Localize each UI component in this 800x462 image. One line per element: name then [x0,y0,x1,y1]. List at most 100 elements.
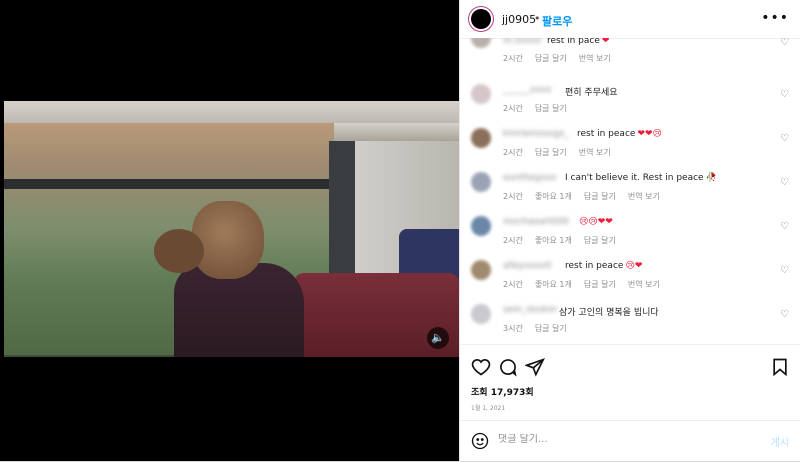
comment-meta: 2시간 답글 달기 번역 보기 [503,53,623,64]
comment-item: sem_dxxkm 삼가 고인의 명복을 빕니다 3시간 답글 달기 ♡ [460,304,800,344]
comment-meta: 2시간 좋아요 1개 답글 달기 번역 보기 [503,279,672,290]
comment-meta: 2시간 좋아요 1개 답글 달기 번역 보기 [503,191,672,202]
comment-emoji: 😢😢❤❤ [579,217,613,227]
comment-item: alleyxxxx0 rest in peace 😢❤ 2시간 좋아요 1개 답글 달기 번… [460,260,800,304]
comment-body: I can't believe it. Rest in peace [565,173,704,183]
media-area: 🔈 [0,0,459,461]
comment-like-heart-icon[interactable]: ♡ [780,222,789,232]
video-person-arm [154,229,204,273]
comment-meta: 2시간 좋아요 1개 답글 달기 [503,235,628,246]
header-separator: • [534,12,541,25]
commenter-username[interactable]: mochaeart000 [503,217,569,227]
comment-meta: 3시간 답글 달기 [503,323,579,334]
commenter-avatar[interactable] [471,304,491,324]
comment-emoji: 🥀 [705,173,717,183]
comment-meta-action[interactable]: 답글 달기 [535,148,567,157]
comment-meta-action[interactable]: 답글 달기 [584,192,616,201]
comment-input[interactable] [498,434,738,445]
comment-meta-action[interactable]: 좋아요 1개 [535,236,572,245]
comment-like-heart-icon[interactable]: ♡ [780,38,789,48]
comment-item: ______xxxx 편히 주무세요 2시간 답글 달기 ♡ [460,84,800,128]
comment-emoji: ❤ [601,38,610,46]
commenter-username[interactable]: ______xxxx [503,85,551,95]
commenter-avatar[interactable] [471,260,491,280]
comment-composer: 게시 [460,420,800,462]
commenter-username[interactable]: alleyxxxx0 [503,261,551,271]
profile-username[interactable]: jj0905 [502,13,536,26]
comment-time: 2시간 [503,104,523,113]
comment-body: rest in pace [547,38,600,46]
comment-body: 편히 주무세요 [565,88,618,98]
instagram-post-modal: 🔈 jj0905 • 팔로우 ••• m.xxxxx rest in pace ❤ 2… [0,0,800,461]
comment-meta-action[interactable]: 답글 달기 [535,324,567,333]
comment-text: 삼가 고인의 명복을 빕니다 [559,305,661,318]
commenter-avatar[interactable] [471,38,491,48]
comment-text: rest in peace ❤❤😢 [577,129,662,139]
commenter-avatar[interactable] [471,128,491,148]
comment-meta-action[interactable]: 좋아요 1개 [535,280,572,289]
comment-time: 2시간 [503,192,523,201]
comment-item: mochaeart000 😢😢❤❤ 2시간 좋아요 1개 답글 달기 ♡ [460,216,800,260]
audio-toggle-icon[interactable]: 🔈 [427,327,449,349]
comment-meta-action[interactable]: 답글 달기 [535,54,567,63]
comment-body: 삼가 고인의 명복을 빕니다 [559,308,659,318]
comment-body: rest in peace [565,261,624,271]
bookmark-icon[interactable] [770,357,790,377]
video-bus-ceiling [4,101,459,123]
like-heart-icon[interactable] [471,357,491,377]
emoji-smile-icon[interactable] [471,432,489,450]
comments-list: m.xxxxx rest in pace ❤ 2시간 답글 달기 번역 보기 ♡ ______… [460,38,800,344]
comment-text: 편히 주무세요 [565,85,620,98]
comment-item: kmrlamxxxgx_ rest in peace ❤❤😢 2시간 답글 달기 번역 보… [460,128,800,172]
commenter-avatar[interactable] [471,216,491,236]
commenter-username[interactable]: kmrlamxxxgx_ [503,129,569,139]
comment-meta-action[interactable]: 답글 달기 [535,104,567,113]
profile-avatar[interactable] [471,9,491,29]
comment-meta-action[interactable]: 번역 보기 [628,280,660,289]
comment-time: 2시간 [503,54,523,63]
comment-item: eunthegxxx I can't believe it. Rest in pe… [460,172,800,216]
comment-meta-action[interactable]: 번역 보기 [628,192,660,201]
comment-meta-action[interactable]: 좋아요 1개 [535,192,572,201]
video-person-head [192,201,264,279]
comment-time: 2시간 [503,148,523,157]
commenter-username[interactable]: m.xxxxx [503,38,541,46]
commenter-username[interactable]: eunthegxxx [503,173,556,183]
post-side-panel: jj0905 • 팔로우 ••• m.xxxxx rest in pace ❤ 2시간… [459,0,800,461]
follow-button[interactable]: 팔로우 [542,13,572,29]
commenter-username[interactable]: sem_dxxkm [503,305,557,315]
comment-like-heart-icon[interactable]: ♡ [780,266,789,276]
comment-emoji: 😢❤ [625,261,643,271]
comment-text: I can't believe it. Rest in peace 🥀 [565,173,717,183]
comment-like-heart-icon[interactable]: ♡ [780,134,789,144]
video-person [154,201,314,357]
commenter-avatar[interactable] [471,172,491,192]
comment-text: rest in pace ❤ [547,38,609,46]
comment-meta-action[interactable]: 답글 달기 [584,236,616,245]
comment-like-heart-icon[interactable]: ♡ [780,90,789,100]
comment-time: 3시간 [503,324,523,333]
comment-meta-action[interactable]: 번역 보기 [579,54,611,63]
post-header: jj0905 • 팔로우 ••• [460,0,800,39]
comment-text: 😢😢❤❤ [577,217,613,227]
comment-like-heart-icon[interactable]: ♡ [780,178,789,188]
post-comment-button[interactable]: 게시 [771,434,789,449]
video-window-rail [4,179,334,189]
comment-meta-action[interactable]: 답글 달기 [584,280,616,289]
comment-text: rest in peace 😢❤ [565,261,642,271]
comment-bubble-icon[interactable] [498,357,518,377]
comment-meta-action[interactable]: 번역 보기 [579,148,611,157]
share-paper-plane-icon[interactable] [525,357,545,377]
comment-body: rest in peace [577,129,636,139]
comment-time: 2시간 [503,280,523,289]
comment-item: m.xxxxx rest in pace ❤ 2시간 답글 달기 번역 보기 ♡ [460,38,800,82]
commenter-avatar[interactable] [471,84,491,104]
post-date: 1월 1, 2021 [471,405,506,412]
comment-meta: 2시간 답글 달기 [503,103,579,114]
comment-meta: 2시간 답글 달기 번역 보기 [503,147,623,158]
more-horizontal-icon[interactable]: ••• [761,10,789,26]
comment-like-heart-icon[interactable]: ♡ [780,310,789,320]
comment-time: 2시간 [503,236,523,245]
comment-emoji: ❤❤😢 [637,129,662,139]
video-player[interactable]: 🔈 [4,101,459,357]
